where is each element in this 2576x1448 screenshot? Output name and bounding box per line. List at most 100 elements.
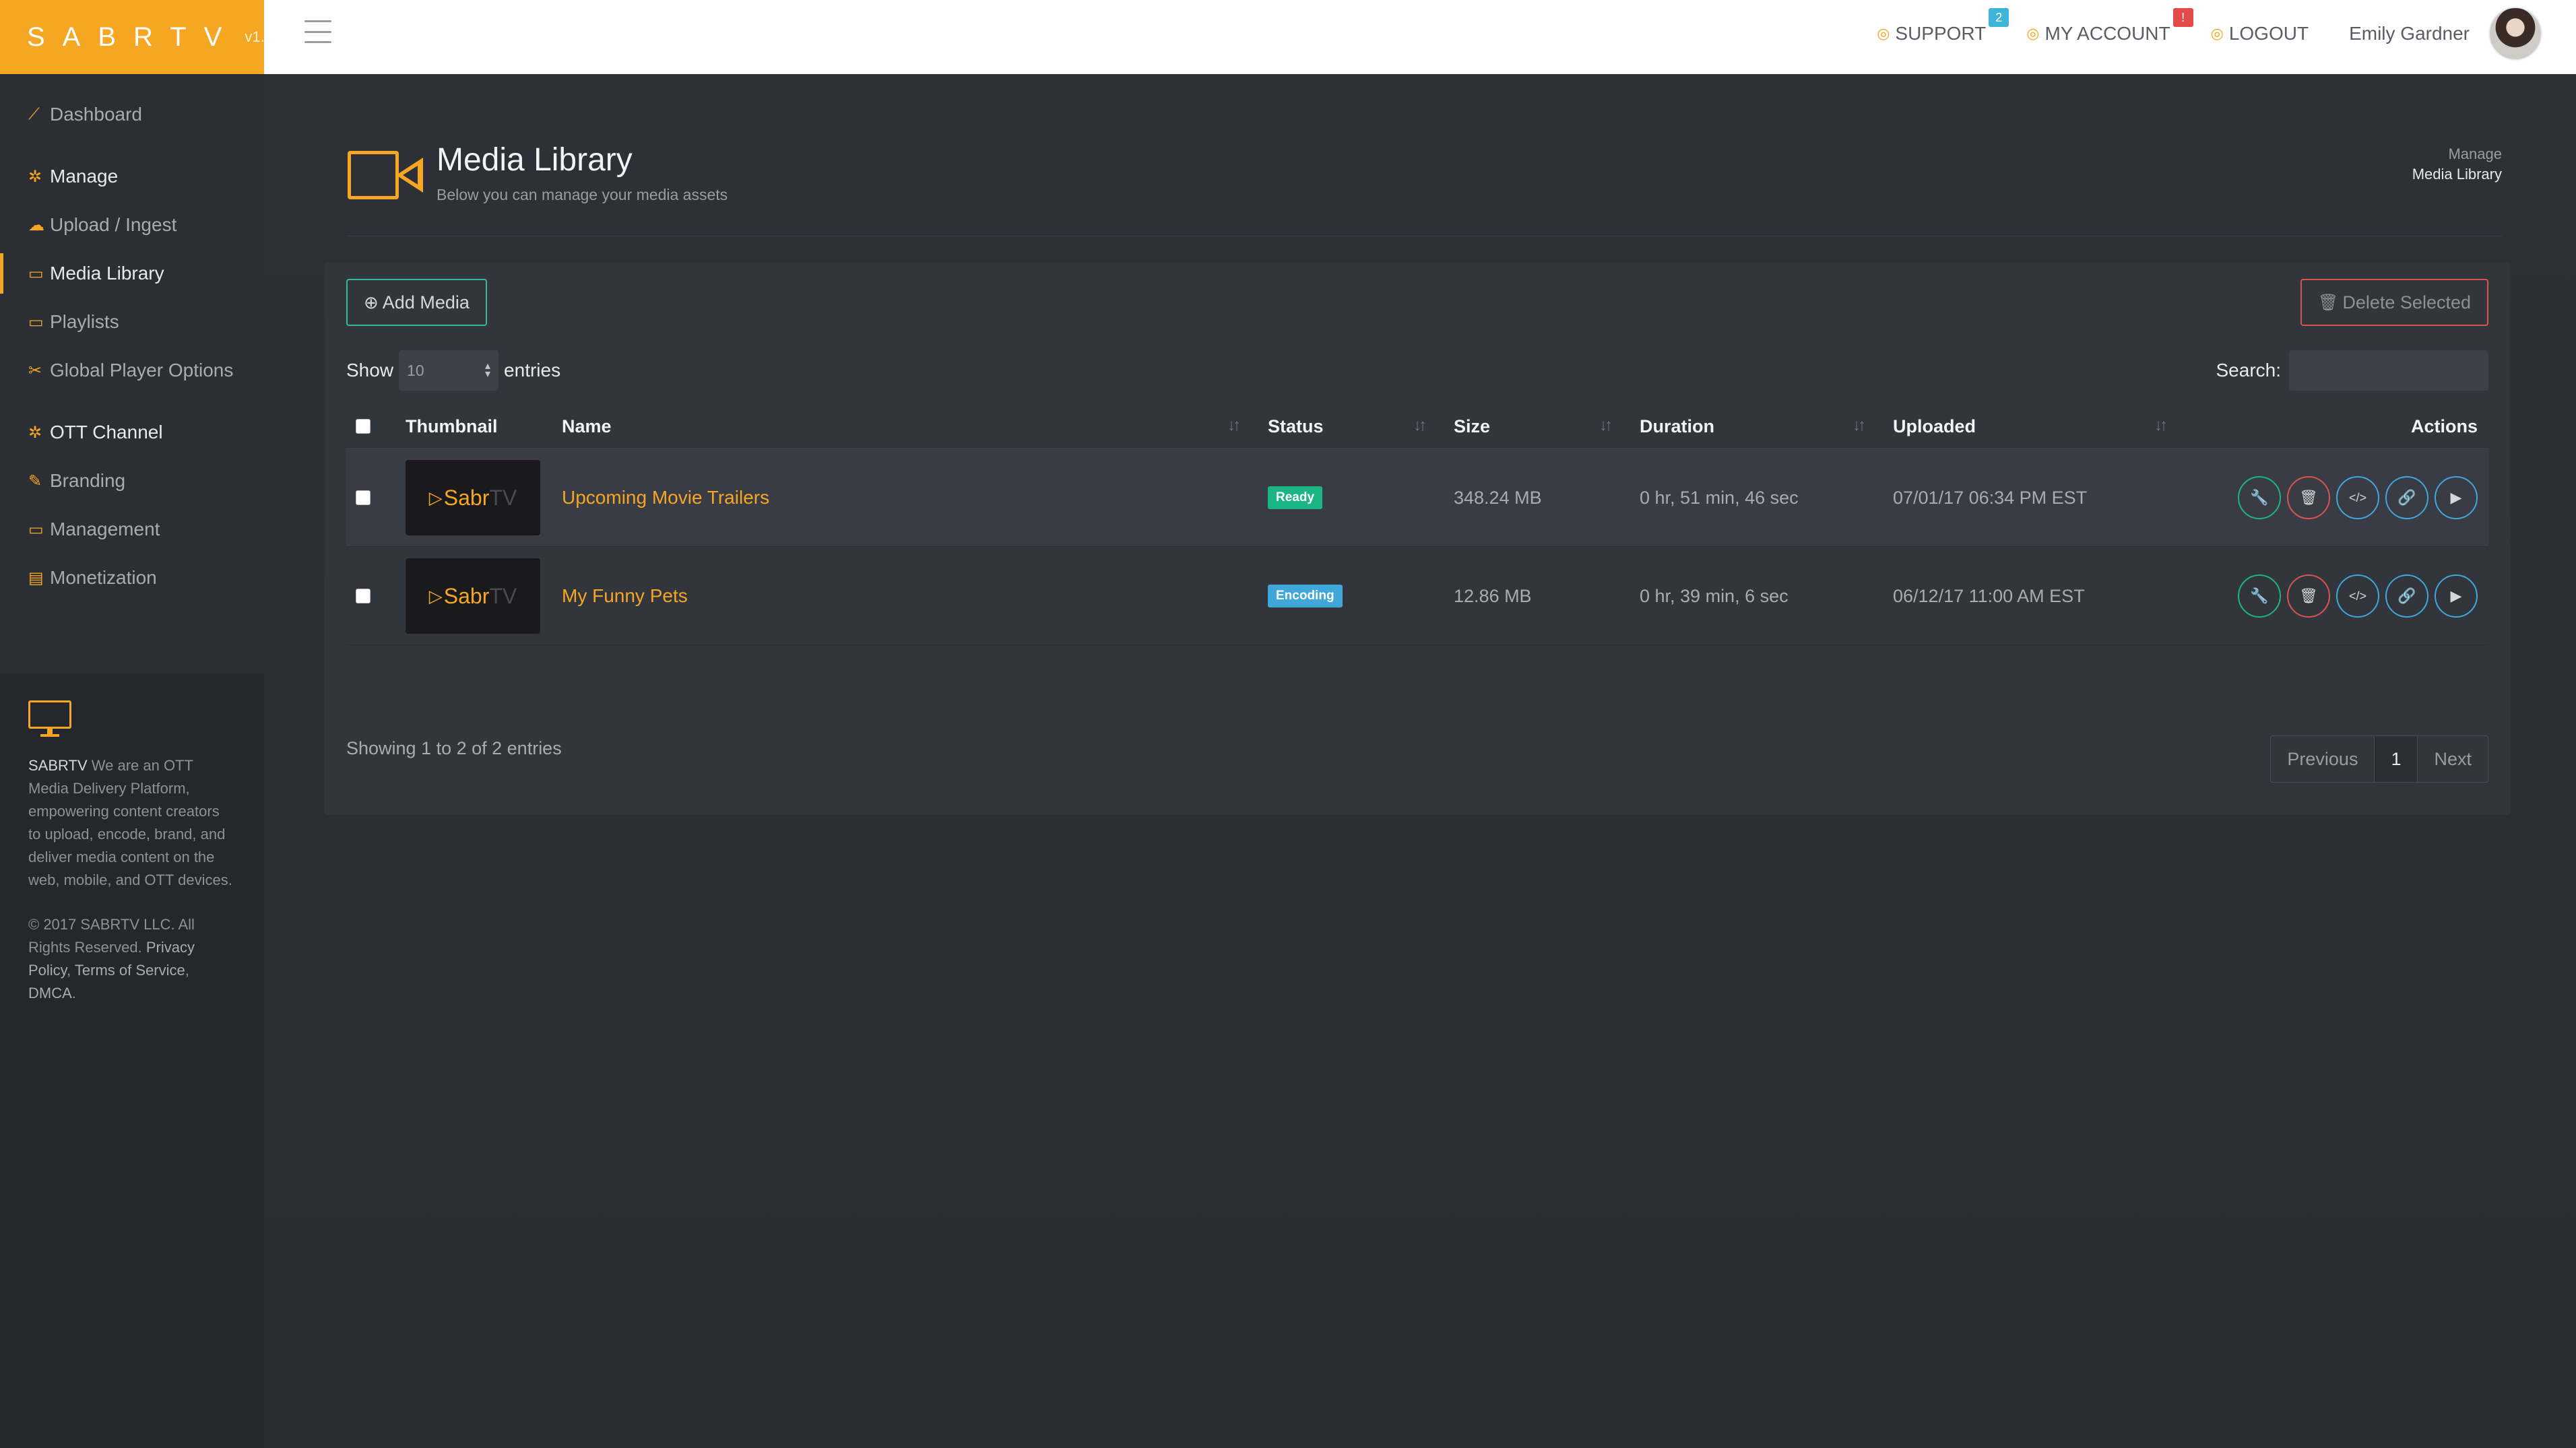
avatar[interactable] bbox=[2488, 7, 2542, 61]
thumb-logo-tv: TV bbox=[489, 583, 517, 608]
duration-cell: 0 hr, 51 min, 46 sec bbox=[1640, 487, 1799, 508]
edit-button[interactable]: 🔧 bbox=[2238, 476, 2281, 519]
gear-icon: ✲ bbox=[28, 423, 42, 442]
row-checkbox[interactable] bbox=[356, 589, 371, 603]
wrench-icon: 🔧 bbox=[2250, 587, 2269, 604]
table-info: Showing 1 to 2 of 2 entries bbox=[346, 738, 562, 758]
thumbnail-cell: ▷ Sabr TV bbox=[406, 547, 540, 645]
legal-text: © 2017 SABRTV LLC. All Rights Reserved. … bbox=[28, 913, 236, 1005]
delete-button[interactable]: 🗑 bbox=[2287, 476, 2330, 519]
page-1-button[interactable]: 1 bbox=[2375, 735, 2418, 783]
play-button[interactable]: ▶ bbox=[2435, 574, 2478, 618]
breadcrumb: Manage Media Library bbox=[2412, 144, 2502, 185]
sidebar-item-media-library[interactable]: ▭ Media Library bbox=[0, 253, 264, 294]
about-brand: SABRTV bbox=[28, 757, 88, 774]
my-account-link[interactable]: ◎ MY ACCOUNT ! bbox=[2026, 8, 2193, 44]
video-camera-icon bbox=[348, 151, 423, 199]
select-all-checkbox[interactable] bbox=[356, 419, 371, 434]
sidebar-item-global-player[interactable]: ✂ Global Player Options bbox=[0, 350, 264, 391]
gear-icon: ✲ bbox=[28, 167, 42, 186]
share-link-button[interactable]: 🔗 bbox=[2385, 476, 2428, 519]
plus-circle-icon: ⊕ bbox=[364, 292, 379, 312]
uploaded-cell: 07/01/17 06:34 PM EST bbox=[1893, 487, 2088, 508]
column-size[interactable]: Size bbox=[1454, 404, 1490, 449]
brand-logo[interactable]: SABRTV v1.0 bbox=[0, 0, 273, 74]
show-label: Show bbox=[346, 360, 394, 381]
duration-cell: 0 hr, 39 min, 6 sec bbox=[1640, 585, 1789, 606]
support-link[interactable]: ◎ SUPPORT 2 bbox=[1877, 8, 2009, 44]
sidebar: ⟋ Dashboard ✲ Manage ☁ Upload / Ingest ▭… bbox=[0, 74, 264, 1448]
sidebar-item-dashboard[interactable]: ⟋ Dashboard bbox=[0, 94, 264, 135]
sidebar-section-manage[interactable]: ✲ Manage bbox=[0, 156, 264, 197]
user-name[interactable]: Emily Gardner bbox=[2349, 23, 2470, 44]
sidebar-item-upload[interactable]: ☁ Upload / Ingest bbox=[0, 205, 264, 245]
sidebar-item-label: OTT Channel bbox=[50, 422, 163, 442]
sidebar-item-label: Playlists bbox=[50, 311, 119, 332]
app-root: SABRTV v1.0 ◎ SUPPORT 2 ◎ MY ACCOUNT ! ◎… bbox=[0, 0, 2576, 1448]
dmca-link[interactable]: DMCA bbox=[28, 985, 72, 1001]
page-length-control: Show 10 ▴ ▾ entries bbox=[346, 350, 560, 391]
row-checkbox[interactable] bbox=[356, 490, 371, 505]
sidebar-item-management[interactable]: ▭ Management bbox=[0, 509, 264, 550]
media-panel: ⊕ Add Media 🗑 Delete Selected Show 10 ▴ ▾… bbox=[325, 263, 2510, 815]
play-button[interactable]: ▶ bbox=[2435, 476, 2478, 519]
sort-icon[interactable]: ↓↑ bbox=[1853, 416, 1866, 435]
column-status[interactable]: Status bbox=[1268, 404, 1324, 449]
thumb-logo-text: Sabr bbox=[443, 485, 490, 510]
delete-selected-button[interactable]: 🗑 Delete Selected bbox=[2300, 279, 2488, 326]
media-name-link[interactable]: Upcoming Movie Trailers bbox=[562, 487, 769, 508]
media-thumbnail[interactable]: ▷ Sabr TV bbox=[406, 460, 540, 535]
table-row: ▷ Sabr TV Upcoming Movie Trailers Ready 34… bbox=[346, 449, 2488, 547]
monitor-icon: ▭ bbox=[28, 520, 44, 539]
sidebar-section-ott-channel[interactable]: ✲ OTT Channel bbox=[0, 412, 264, 453]
sort-icon[interactable]: ↓↑ bbox=[2154, 416, 2168, 435]
sidebar-item-branding[interactable]: ✎ Branding bbox=[0, 461, 264, 501]
select-all-cell bbox=[356, 404, 371, 449]
share-link-button[interactable]: 🔗 bbox=[2385, 574, 2428, 618]
play-logo-icon: ▷ bbox=[428, 585, 443, 606]
sidebar-item-label: Management bbox=[50, 519, 160, 539]
sort-icon[interactable]: ↓↑ bbox=[1413, 416, 1427, 435]
trash-icon: 🗑 bbox=[2317, 293, 2339, 312]
column-name[interactable]: Name bbox=[562, 404, 612, 449]
sidebar-item-label: Branding bbox=[50, 470, 126, 491]
breadcrumb-manage[interactable]: Manage bbox=[2412, 144, 2502, 164]
video-camera-icon: ▭ bbox=[28, 264, 44, 283]
sidebar-item-label: Upload / Ingest bbox=[50, 214, 177, 235]
embed-code-button[interactable]: </> bbox=[2336, 476, 2379, 519]
tools-icon: ✂ bbox=[28, 361, 42, 380]
previous-page-button[interactable]: Previous bbox=[2270, 735, 2375, 783]
sidebar-item-monetization[interactable]: ▤ Monetization bbox=[0, 558, 264, 598]
user-circle-icon: ◎ bbox=[2026, 25, 2040, 42]
pagination: Previous 1 Next bbox=[2270, 735, 2488, 783]
sort-icon[interactable]: ↓↑ bbox=[1599, 416, 1613, 435]
media-name-link[interactable]: My Funny Pets bbox=[562, 585, 688, 607]
column-duration[interactable]: Duration bbox=[1640, 404, 1714, 449]
embed-code-button[interactable]: </> bbox=[2336, 574, 2379, 618]
sidebar-item-playlists[interactable]: ▭ Playlists bbox=[0, 302, 264, 342]
legal-separator: , bbox=[67, 962, 75, 979]
sidebar-item-label: Monetization bbox=[50, 567, 157, 588]
search-label: Search: bbox=[2216, 360, 2282, 381]
entries-label: entries bbox=[504, 360, 561, 381]
edit-button[interactable]: 🔧 bbox=[2238, 574, 2281, 618]
media-thumbnail[interactable]: ▷ Sabr TV bbox=[406, 558, 540, 634]
search-input[interactable] bbox=[2289, 350, 2488, 391]
page-header: Media Library Below you can manage your … bbox=[348, 141, 2502, 236]
support-badge: 2 bbox=[1989, 8, 2009, 27]
logout-link[interactable]: ◎ LOGOUT bbox=[2211, 23, 2309, 44]
page-length-select[interactable]: 10 ▴ ▾ bbox=[399, 350, 499, 391]
size-cell: 348.24 MB bbox=[1454, 487, 1542, 508]
next-page-button[interactable]: Next bbox=[2417, 735, 2488, 783]
main-content: Media Library Below you can manage your … bbox=[264, 74, 2576, 1448]
uploaded-cell: 06/12/17 11:00 AM EST bbox=[1893, 585, 2085, 606]
add-media-button[interactable]: ⊕ Add Media bbox=[346, 279, 487, 326]
table-header: Thumbnail Name ↓↑ Status ↓↑ Size ↓↑ Dura… bbox=[346, 404, 2488, 449]
menu-toggle-icon[interactable] bbox=[304, 20, 331, 43]
terms-link[interactable]: Terms of Service bbox=[75, 962, 185, 979]
name-cell: My Funny Pets bbox=[562, 547, 688, 645]
account-badge: ! bbox=[2172, 8, 2193, 27]
delete-button[interactable]: 🗑 bbox=[2287, 574, 2330, 618]
column-uploaded[interactable]: Uploaded bbox=[1893, 404, 1976, 449]
sort-icon[interactable]: ↓↑ bbox=[1227, 416, 1241, 435]
